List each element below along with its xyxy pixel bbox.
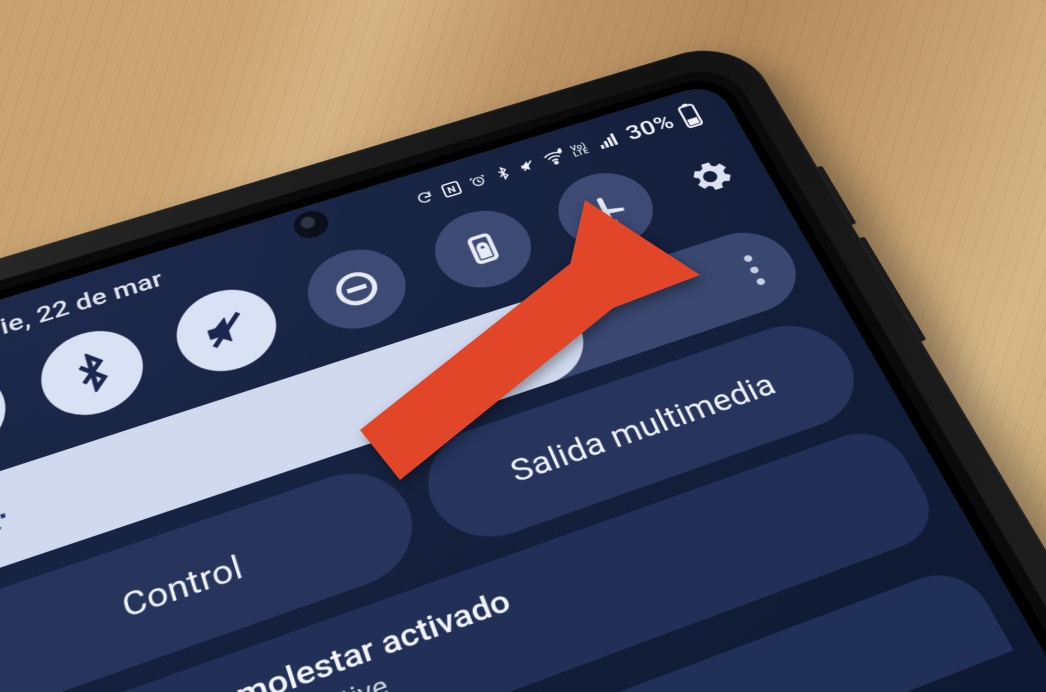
sync-icon [414,188,436,206]
mute-icon [517,157,539,175]
battery-icon [677,105,704,125]
bluetooth-toggle[interactable] [32,319,153,428]
phone-screen: 18:37 vie, 22 de mar N [0,82,1046,692]
more-icon[interactable] [743,254,767,286]
signal-icon [593,131,620,152]
nfc-icon: N [438,178,465,199]
control-label: Control [118,549,247,626]
airplane-toggle[interactable] [545,162,667,259]
sun-icon [0,492,16,557]
settings-button[interactable] [672,148,748,207]
phone: 18:37 vie, 22 de mar N [0,36,1046,692]
wifi-icon: + [541,147,568,168]
rotation-lock-toggle[interactable] [422,200,544,299]
alarm-icon [467,172,489,190]
volte-indicator: Vo)LTE [569,142,590,158]
svg-text:N: N [446,183,458,196]
mute-toggle[interactable] [166,278,288,384]
battery-percent: 30% [622,110,679,145]
wifi-toggle[interactable] [0,361,15,474]
media-label: Salida multimedia [505,368,781,490]
bluetooth-icon [492,164,514,182]
dnd-toggle[interactable] [296,238,418,341]
